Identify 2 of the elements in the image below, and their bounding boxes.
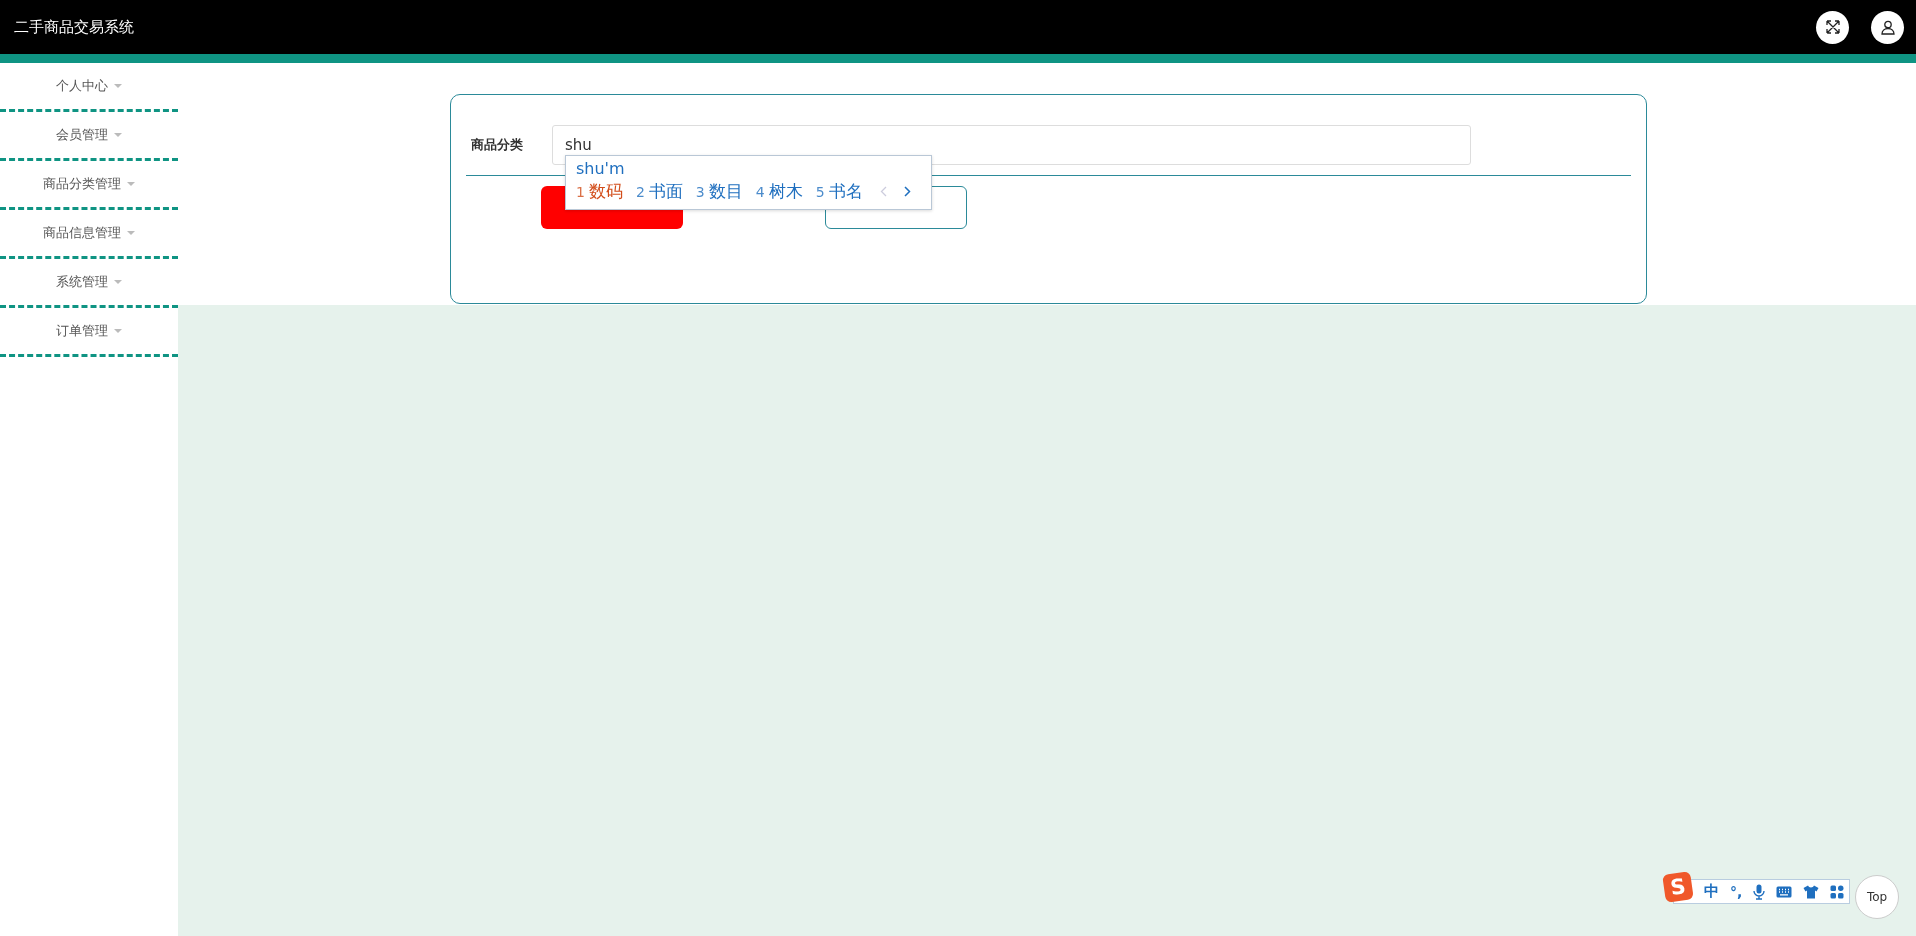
field-label: 商品分类	[470, 136, 524, 154]
app-title: 二手商品交易系统	[14, 17, 134, 37]
